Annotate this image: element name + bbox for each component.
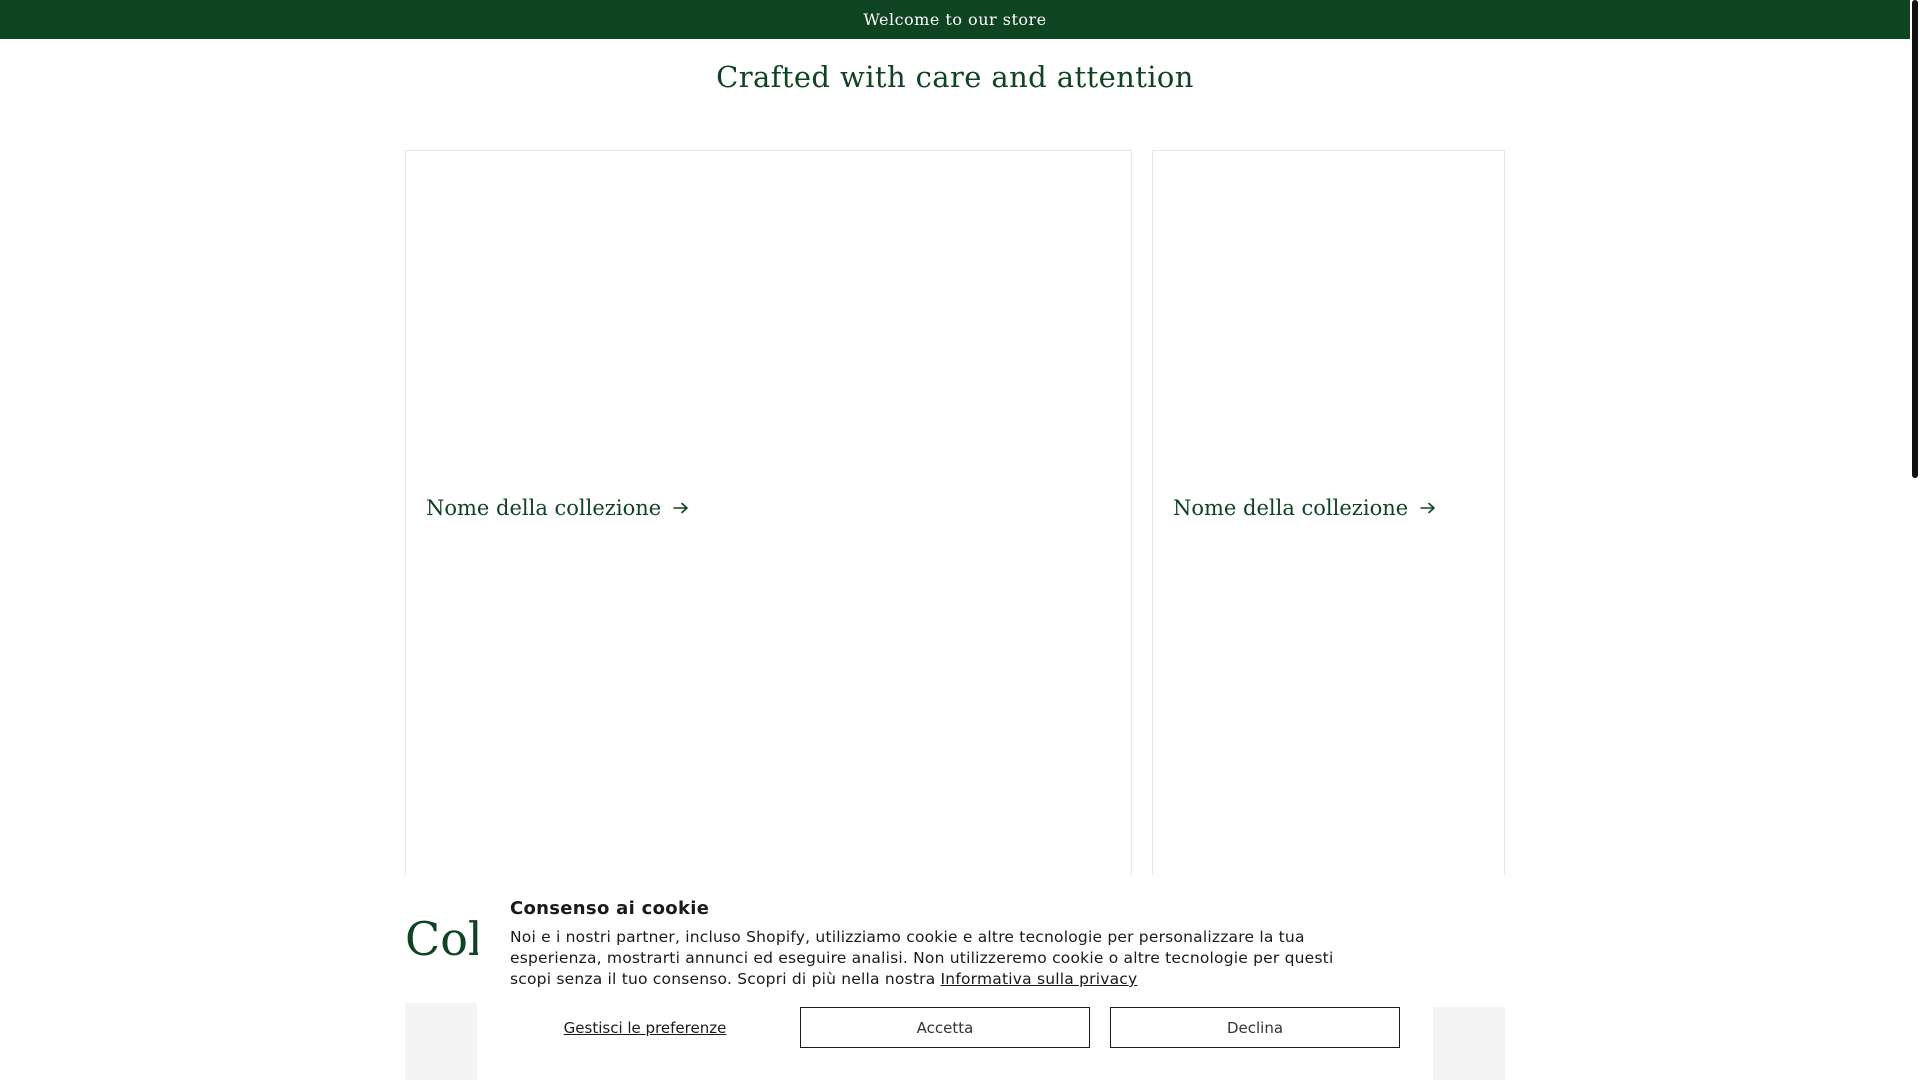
collection-card-title: Nome della collezione (426, 496, 662, 520)
collection-card-title: Nome della collezione (1173, 496, 1409, 520)
collection-tile[interactable] (1433, 1007, 1505, 1080)
collection-card[interactable]: Nome della collezione (1152, 150, 1505, 875)
featured-collections-heading: Crafted with care and attention (716, 60, 1194, 94)
scrollbar-thumb[interactable] (1912, 0, 1918, 478)
arrow-right-icon (673, 502, 689, 514)
accept-button[interactable]: Accetta (800, 1007, 1090, 1048)
announcement-text: Welcome to our store (863, 10, 1047, 29)
arrow-right-icon (1420, 502, 1436, 514)
collection-card-link[interactable]: Nome della collezione (426, 496, 689, 520)
manage-preferences-button[interactable]: Gestisci le preferenze (510, 1007, 780, 1049)
collection-tile[interactable] (405, 1003, 477, 1080)
cookie-banner-text: Noi e i nostri partner, incluso Shopify,… (510, 927, 1370, 990)
cookie-consent-banner: Consenso ai cookie Noi e i nostri partne… (478, 876, 1432, 1080)
cookie-banner-body: Noi e i nostri partner, incluso Shopify,… (510, 928, 1334, 988)
cookie-banner-actions: Gestisci le preferenze Accetta Declina (510, 1007, 1400, 1049)
privacy-policy-link[interactable]: Informativa sulla privacy (941, 970, 1138, 988)
page: Welcome to our store Crafted with care a… (0, 0, 1920, 1080)
collection-card-link[interactable]: Nome della collezione (1173, 496, 1436, 520)
cookie-banner-title: Consenso ai cookie (510, 898, 710, 919)
collection-card[interactable]: Nome della collezione (405, 150, 1132, 875)
announcement-bar: Welcome to our store (0, 0, 1910, 39)
decline-button[interactable]: Declina (1110, 1007, 1400, 1048)
